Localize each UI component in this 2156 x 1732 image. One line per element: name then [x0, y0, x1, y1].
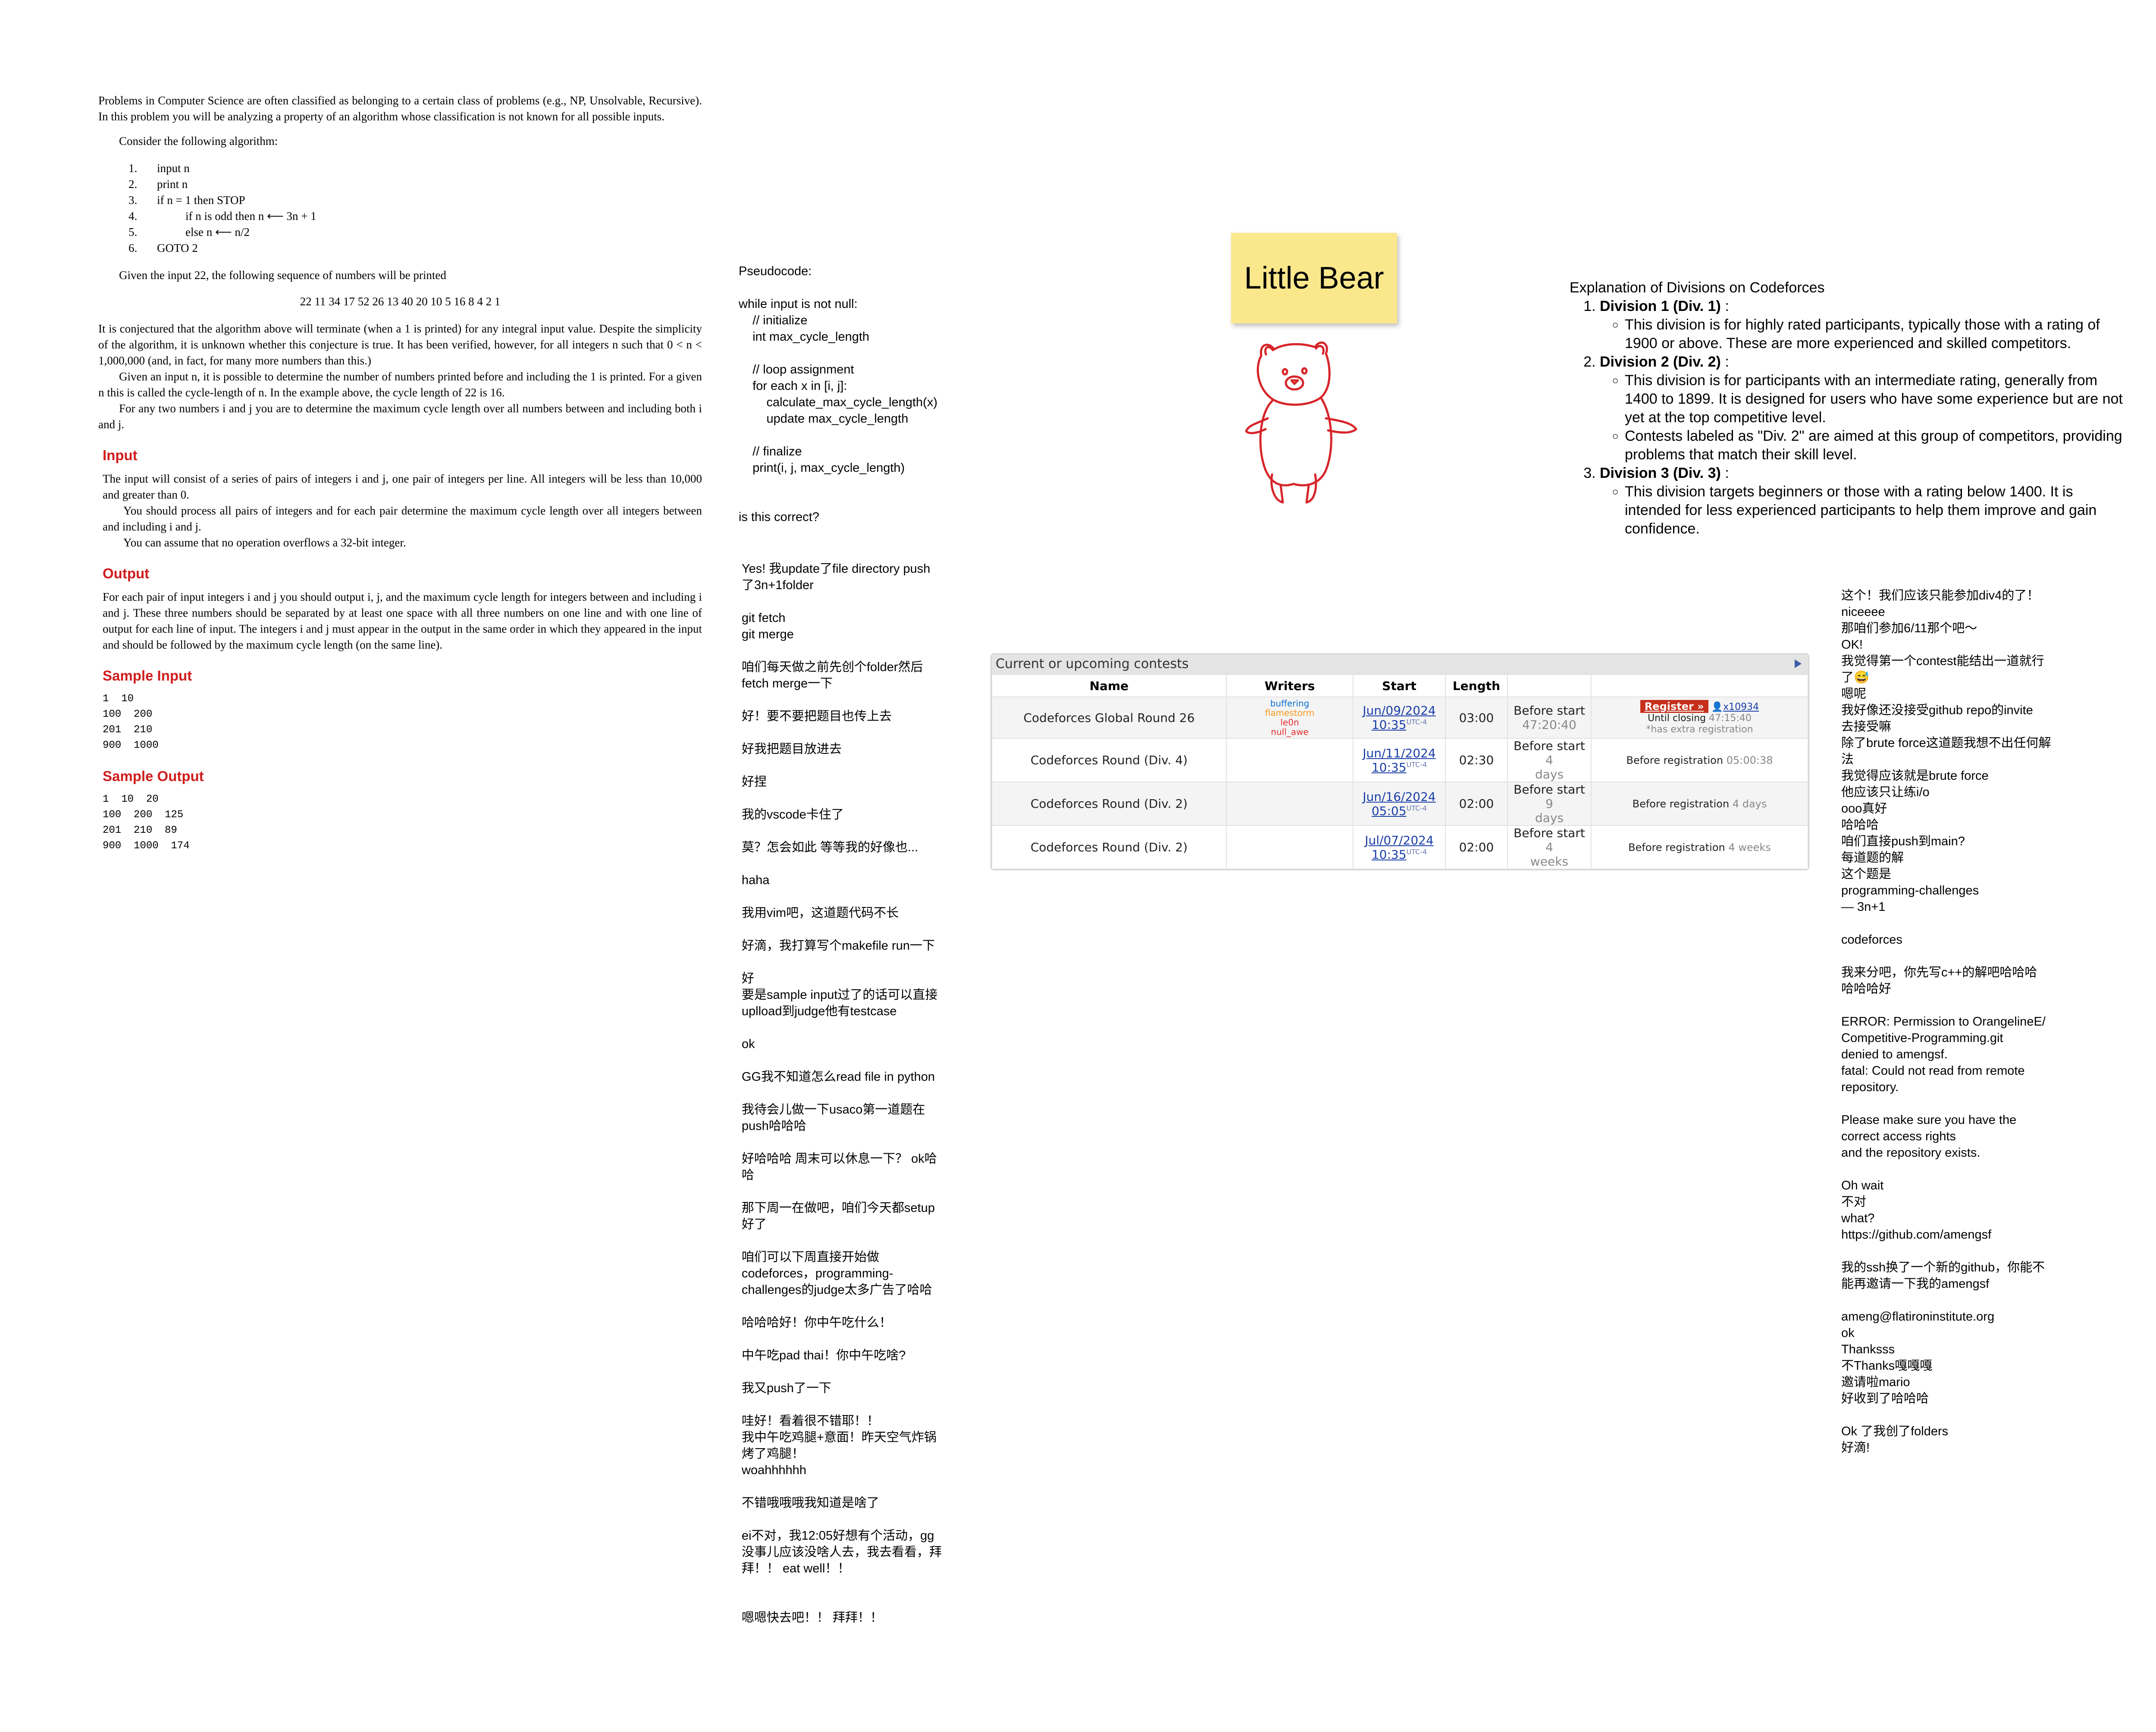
contest-registration: Before registration 4 weeks: [1591, 825, 1808, 869]
contests-caption: Current or upcoming contests: [991, 654, 1808, 674]
contests-table: Name Writers Start Length Codeforces Glo…: [991, 674, 1808, 869]
bear-drawing: [1245, 341, 1357, 504]
problem-sequence: 22 11 34 17 52 26 13 40 20 10 5 16 8 4 2…: [300, 295, 501, 308]
algorithm-step: 2. print n: [128, 178, 188, 191]
input-text-2: You should process all pairs of integers…: [103, 504, 702, 533]
division-item: Division 2 (Div. 2) : This division is f…: [1600, 353, 2126, 464]
contest-start[interactable]: Jun/11/2024 10:35UTC-4: [1353, 738, 1446, 782]
input-text-3: You can assume that no operation overflo…: [123, 536, 406, 549]
user-icon: 👤: [1711, 702, 1724, 712]
contest-start[interactable]: Jun/09/2024 10:35UTC-4: [1353, 697, 1446, 739]
col-length: Length: [1445, 674, 1508, 697]
divisions-explanation: Explanation of Divisions on Codeforces D…: [1570, 279, 2126, 538]
algorithm-step: 3. if n = 1 then STOP: [128, 194, 245, 207]
sticky-note-text: Little Bear: [1244, 261, 1384, 295]
contest-name: Codeforces Global Round 26: [991, 697, 1227, 739]
table-row: Codeforces Global Round 26 buffering fla…: [991, 697, 1808, 739]
bear-left-ear: [1264, 346, 1274, 356]
problem-cycle: Given an input n, it is possible to dete…: [98, 370, 702, 399]
table-row: Codeforces Round (Div. 4) Jun/11/2024 10:…: [991, 738, 1808, 782]
problem-consider: Consider the following algorithm:: [119, 135, 278, 147]
contest-writers: [1226, 738, 1354, 782]
register-button[interactable]: Register »: [1640, 700, 1708, 713]
contest-writers: buffering flamestorm le0n null_awe: [1226, 697, 1354, 739]
bear-nose: [1290, 379, 1299, 385]
contest-writers: [1226, 781, 1354, 826]
contests-panel: Current or upcoming contests Name Writer…: [990, 653, 1809, 870]
contest-registration: Before registration 05:00:38: [1591, 738, 1808, 782]
input-text-1: The input will consist of a series of pa…: [103, 472, 702, 501]
contest-countdown: Before start 4 weeks: [1507, 825, 1592, 869]
col-start: Start: [1353, 674, 1446, 697]
expand-arrow-icon[interactable]: [1795, 659, 1802, 668]
problem-task: For any two numbers i and j you are to d…: [98, 402, 702, 431]
division-bullet: This division targets beginners or those…: [1625, 483, 2126, 538]
contest-countdown: Before start 4 days: [1507, 738, 1592, 782]
col-before: [1507, 674, 1592, 697]
contest-length: 02:30: [1445, 738, 1508, 782]
output-text: For each pair of input integers i and j …: [103, 590, 702, 651]
pseudocode-note: Pseudocode: while input is not null: // …: [739, 264, 937, 524]
sticky-note[interactable]: Little Bear: [1231, 233, 1397, 323]
bear-left-leg: [1270, 473, 1284, 504]
sample-input-heading: Sample Input: [103, 668, 192, 684]
contest-writers: [1226, 825, 1354, 869]
algorithm-step: 5. else n ⟵ n/2: [128, 226, 250, 238]
bear-right-eye: [1301, 367, 1308, 375]
contest-name: Codeforces Round (Div. 4): [991, 738, 1227, 782]
problem-given: Given the input 22, the following sequen…: [119, 269, 446, 282]
table-row: Codeforces Round (Div. 2) Jul/07/2024 10:…: [991, 825, 1808, 869]
contest-length: 03:00: [1445, 697, 1508, 739]
divisions-list: Division 1 (Div. 1) : This division is f…: [1570, 297, 2126, 538]
bear-body: [1259, 398, 1332, 486]
division-bullet: This division is for participants with a…: [1625, 371, 2126, 427]
contest-countdown: Before start 47:20:40: [1507, 697, 1592, 739]
contest-countdown: Before start 9 days: [1507, 781, 1592, 826]
division-item: Division 3 (Div. 3) : This division targ…: [1600, 464, 2126, 538]
bear-right-ear: [1315, 345, 1325, 355]
contest-registration: Before registration 4 days: [1591, 781, 1808, 826]
col-name: Name: [991, 674, 1227, 697]
bear-right-leg: [1305, 473, 1317, 504]
problem-statement: Problems in Computer Science are often c…: [98, 93, 702, 854]
contest-length: 02:00: [1445, 825, 1508, 869]
bear-left-eye: [1282, 368, 1288, 376]
chat-log-right: 这个！我们应该只能参加div4的了！ niceeee 那咱们参加6/11那个吧～…: [1841, 589, 2051, 1455]
col-writers: Writers: [1226, 674, 1354, 697]
writer-link[interactable]: null_awe: [1229, 727, 1350, 737]
writer-link[interactable]: flamestorm: [1229, 708, 1350, 718]
writer-link[interactable]: buffering: [1229, 699, 1350, 708]
table-row: Codeforces Round (Div. 2) Jun/16/2024 05:…: [991, 781, 1808, 826]
chat-log-middle: Yes! 我update了file directory push 了3n+1fo…: [742, 562, 942, 1625]
sample-output: 1 10 20 100 200 125 201 210 89 900 1000 …: [103, 794, 190, 852]
contest-start[interactable]: Jul/07/2024 10:35UTC-4: [1353, 825, 1446, 869]
division-bullet: Contests labeled as "Div. 2" are aimed a…: [1625, 427, 2126, 464]
algorithm-step: 1. input n: [128, 162, 190, 175]
contest-length: 02:00: [1445, 781, 1508, 826]
col-register: [1591, 674, 1808, 697]
input-heading: Input: [103, 447, 138, 463]
sample-output-heading: Sample Output: [103, 768, 204, 784]
output-section: For each pair of input integers i and j …: [98, 589, 702, 653]
contest-name: Codeforces Round (Div. 2): [991, 825, 1227, 869]
contest-name: Codeforces Round (Div. 2): [991, 781, 1227, 826]
problem-intro: Problems in Computer Science are often c…: [98, 94, 702, 123]
input-section: The input will consist of a series of pa…: [98, 471, 702, 551]
bear-head: [1257, 341, 1331, 406]
division-bullet: This division is for highly rated partic…: [1625, 316, 2126, 353]
contest-registration: Register » 👤x10934 Until closing 47:15:4…: [1591, 697, 1808, 739]
problem-conjecture: It is conjectured that the algorithm abo…: [98, 322, 702, 367]
algorithm-step: 6. GOTO 2: [128, 242, 198, 254]
divisions-title: Explanation of Divisions on Codeforces: [1570, 279, 1825, 296]
user-link[interactable]: x10934: [1723, 702, 1759, 712]
sample-input: 1 10 100 200 201 210 900 1000: [103, 693, 159, 751]
output-heading: Output: [103, 565, 150, 581]
bear-left-arm: [1245, 417, 1269, 434]
division-item: Division 1 (Div. 1) : This division is f…: [1600, 297, 2126, 353]
algorithm-list: 1. input n 2. print n 3. if n = 1 then STOP…: [128, 160, 702, 256]
contest-start[interactable]: Jun/16/2024 05:05UTC-4: [1353, 781, 1446, 826]
writer-link[interactable]: le0n: [1229, 718, 1350, 727]
algorithm-step: 4. if n is odd then n ⟵ 3n + 1: [128, 210, 317, 223]
